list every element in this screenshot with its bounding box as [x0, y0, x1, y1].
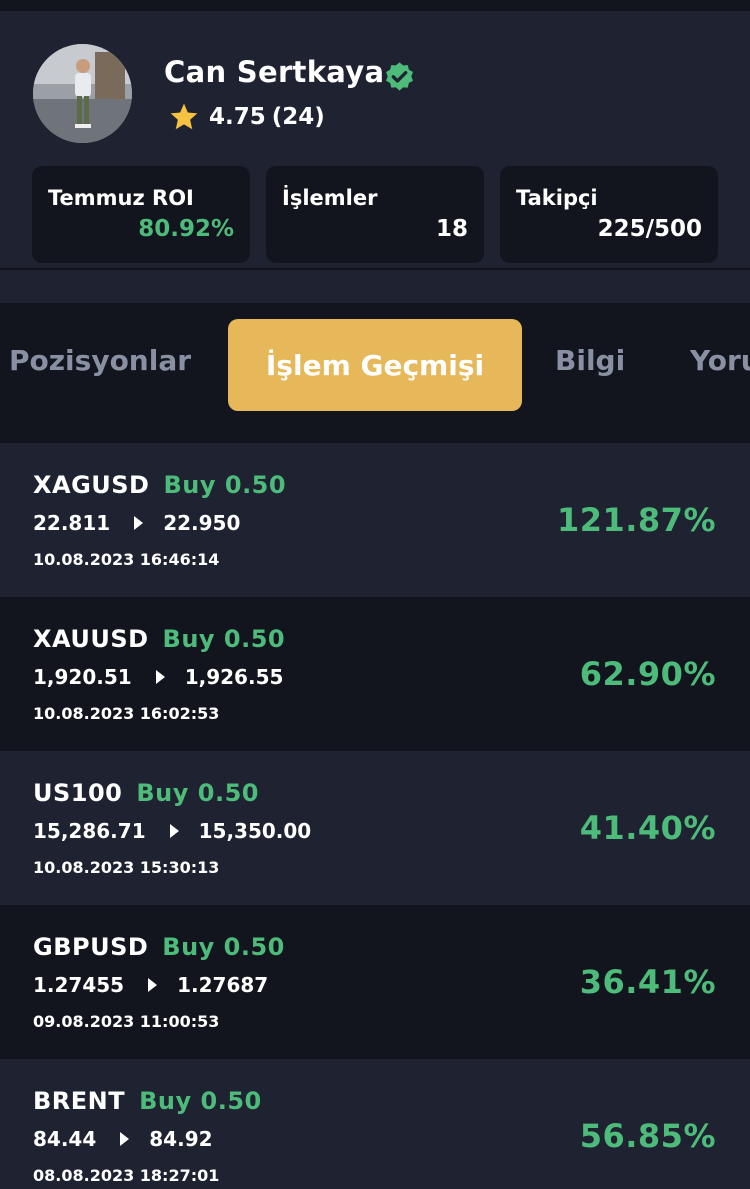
tab-bar: Pozisyonlar İşlem Geçmişi Bilgi Yorumlar — [0, 303, 750, 443]
trade-side: Buy 0.50 — [162, 933, 285, 961]
trade-row[interactable]: XAGUSD Buy 0.50 22.811 22.950 10.08.2023 1… — [0, 443, 750, 597]
play-arrow-icon — [148, 978, 158, 992]
top-bar — [0, 0, 750, 11]
trade-roi: 56.85% — [579, 1117, 716, 1155]
verified-badge-icon — [386, 62, 413, 91]
trade-symbol: XAUUSD — [33, 625, 149, 653]
trade-timestamp: 10.08.2023 15:30:13 — [33, 858, 220, 877]
trade-symbol-line: XAUUSD Buy 0.50 — [33, 625, 285, 653]
stat-value: 80.92% — [138, 216, 234, 242]
trade-row[interactable]: US100 Buy 0.50 15,286.71 15,350.00 10.08.2… — [0, 751, 750, 905]
play-arrow-icon — [120, 1132, 130, 1146]
stat-card-followers: Takipçi 225/500 — [500, 166, 718, 263]
open-price: 1.27455 — [33, 973, 125, 997]
trade-prices: 84.44 84.92 — [33, 1127, 213, 1151]
rating-value: 4.75 — [209, 104, 266, 130]
tab-trade-history[interactable]: İşlem Geçmişi — [228, 319, 522, 411]
stat-label: Takipçi — [516, 186, 598, 210]
trade-prices: 15,286.71 15,350.00 — [33, 819, 311, 843]
open-price: 84.44 — [33, 1127, 97, 1151]
trade-row[interactable]: BRENT Buy 0.50 84.44 84.92 08.08.2023 18:2… — [0, 1059, 750, 1189]
trade-side: Buy 0.50 — [139, 1087, 262, 1115]
section-gap — [0, 270, 750, 303]
trade-timestamp: 10.08.2023 16:46:14 — [33, 550, 220, 569]
tab-comments[interactable]: Yorumlar — [690, 344, 750, 377]
close-price: 1.27687 — [177, 973, 269, 997]
trade-side: Buy 0.50 — [136, 779, 259, 807]
trade-roi: 41.40% — [579, 809, 716, 847]
close-price: 22.950 — [163, 511, 241, 535]
profile-header: Can Sertkaya 4.75 (24) Temmuz ROI 80.92%… — [0, 11, 750, 269]
trade-symbol: GBPUSD — [33, 933, 149, 961]
play-arrow-icon — [169, 824, 179, 838]
open-price: 15,286.71 — [33, 819, 146, 843]
close-price: 84.92 — [149, 1127, 213, 1151]
trade-row[interactable]: XAUUSD Buy 0.50 1,920.51 1,926.55 10.08.20… — [0, 597, 750, 751]
trade-row[interactable]: GBPUSD Buy 0.50 1.27455 1.27687 09.08.2023… — [0, 905, 750, 1059]
trade-symbol-line: GBPUSD Buy 0.50 — [33, 933, 285, 961]
trade-symbol-line: BRENT Buy 0.50 — [33, 1087, 262, 1115]
avatar-photo — [33, 44, 132, 143]
tab-info[interactable]: Bilgi — [555, 344, 625, 377]
trade-prices: 1.27455 1.27687 — [33, 973, 268, 997]
play-arrow-icon — [155, 670, 165, 684]
trader-name: Can Sertkaya — [164, 55, 385, 89]
trade-symbol-line: XAGUSD Buy 0.50 — [33, 471, 286, 499]
stat-label: Temmuz ROI — [48, 186, 194, 210]
play-arrow-icon — [134, 516, 144, 530]
trade-timestamp: 09.08.2023 11:00:53 — [33, 1012, 220, 1031]
trade-symbol: BRENT — [33, 1087, 126, 1115]
rating-count: (24) — [271, 104, 325, 130]
stat-label: İşlemler — [282, 186, 378, 210]
star-icon — [170, 103, 198, 130]
trade-symbol: XAGUSD — [33, 471, 150, 499]
trade-side: Buy 0.50 — [162, 625, 286, 653]
rating: 4.75 (24) — [168, 101, 325, 133]
trade-prices: 1,920.51 1,926.55 — [33, 665, 283, 689]
stat-card-roi: Temmuz ROI 80.92% — [32, 166, 250, 263]
trade-timestamp: 08.08.2023 18:27:01 — [33, 1166, 220, 1185]
open-price: 22.811 — [33, 511, 111, 535]
tab-positions[interactable]: Pozisyonlar — [9, 344, 191, 377]
stat-value: 225/500 — [597, 216, 702, 242]
trade-roi: 62.90% — [579, 655, 716, 693]
trade-timestamp: 10.08.2023 16:02:53 — [33, 704, 220, 723]
trade-roi: 36.41% — [579, 963, 716, 1001]
open-price: 1,920.51 — [33, 665, 132, 689]
close-price: 15,350.00 — [198, 819, 312, 843]
trade-symbol: US100 — [33, 779, 123, 807]
trade-side: Buy 0.50 — [163, 471, 287, 499]
avatar[interactable] — [33, 44, 132, 143]
trade-roi: 121.87% — [556, 501, 716, 539]
stat-value: 18 — [435, 216, 468, 242]
stat-card-trades: İşlemler 18 — [266, 166, 484, 263]
trade-symbol-line: US100 Buy 0.50 — [33, 779, 259, 807]
close-price: 1,926.55 — [184, 665, 284, 689]
trade-prices: 22.811 22.950 — [33, 511, 240, 535]
